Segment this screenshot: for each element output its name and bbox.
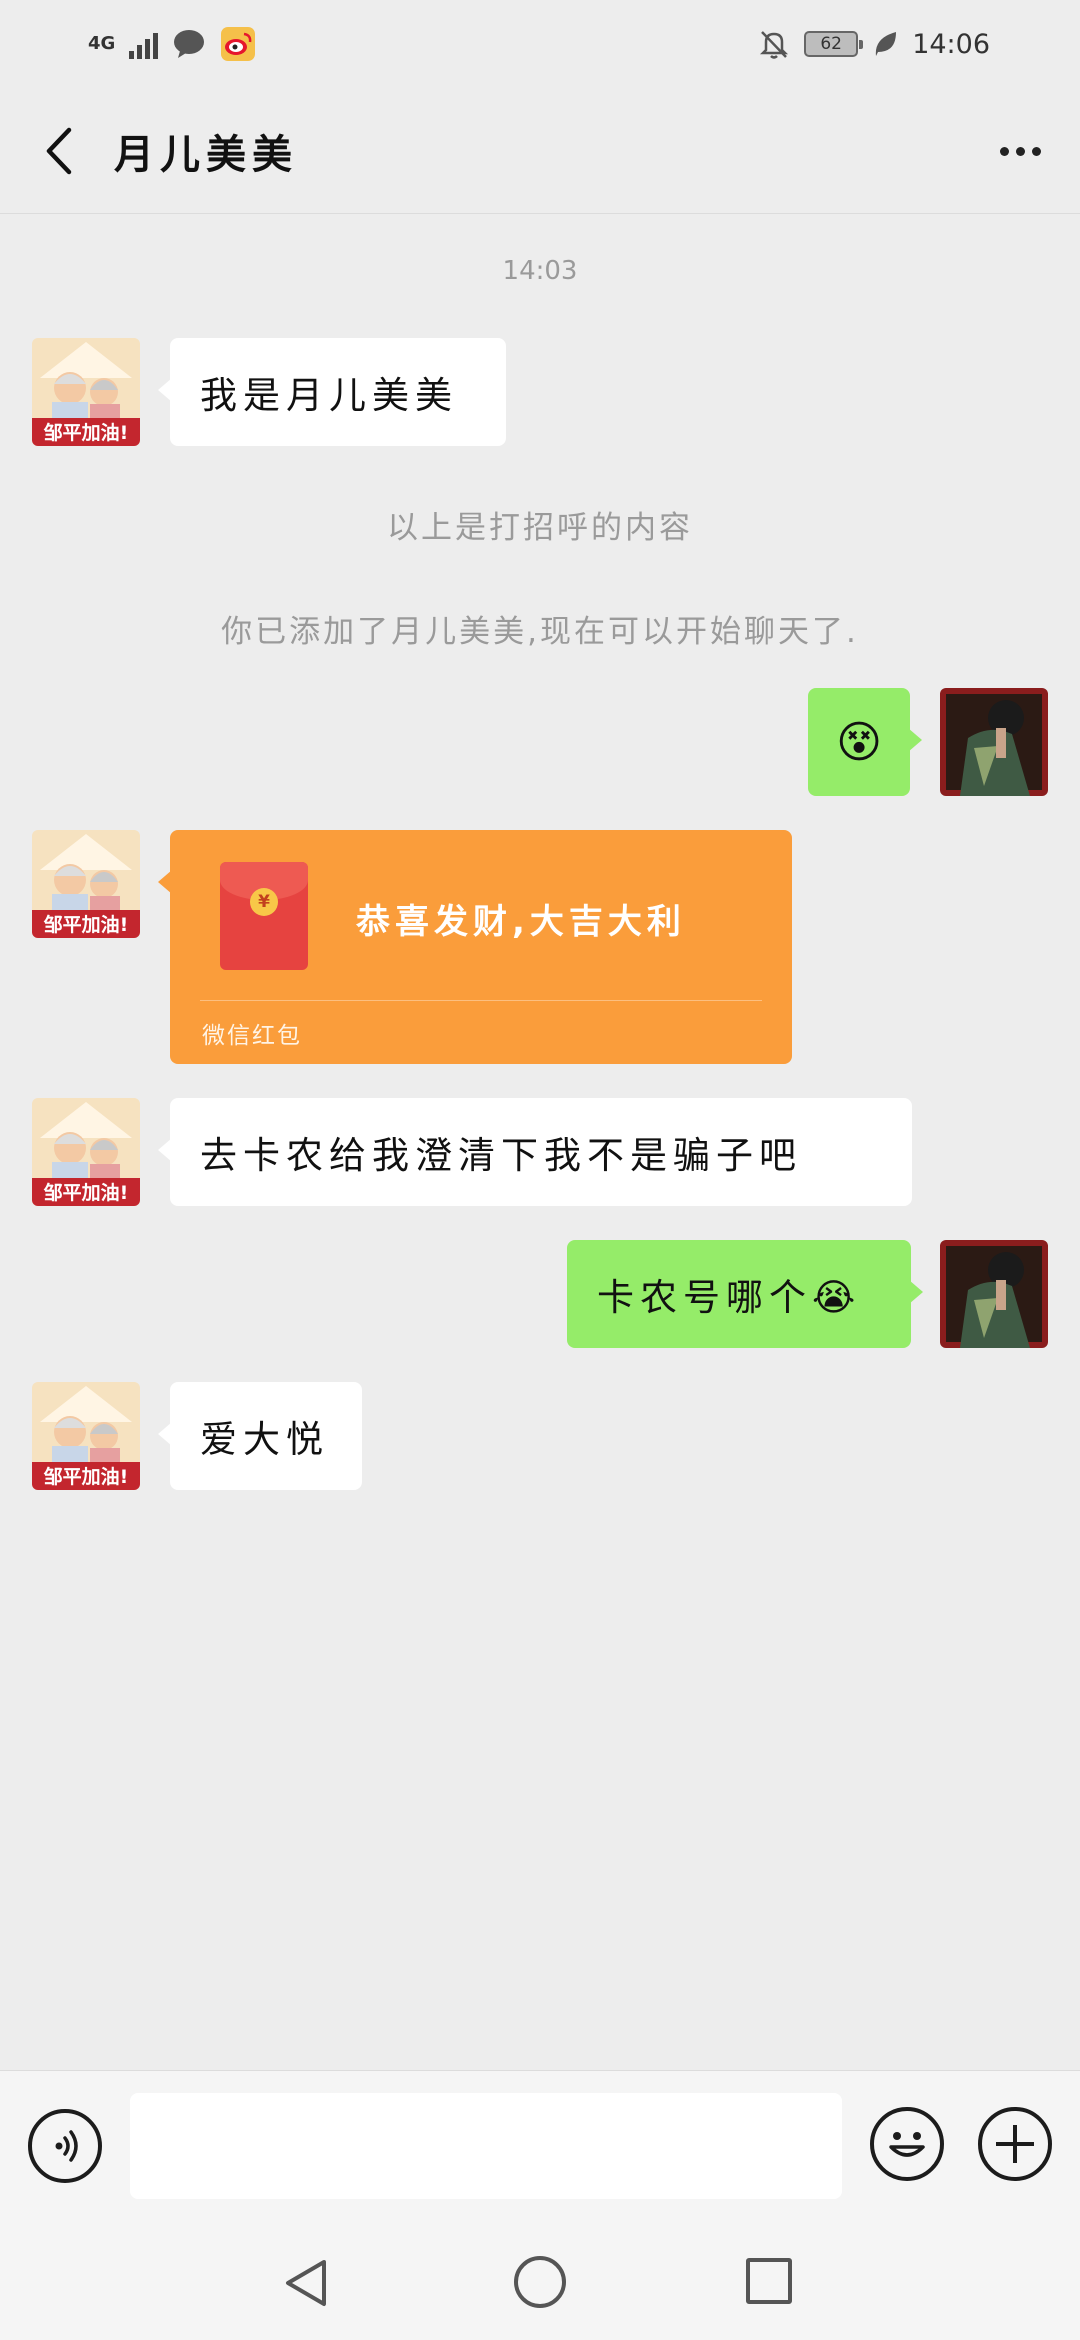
network-label: 4G [88, 33, 116, 54]
dot-icon [1031, 146, 1041, 156]
message-notification-icon [174, 30, 205, 58]
chat-messages[interactable]: 14:03 邹平加油! 我是月儿美美 以上是打招呼的内容 你已添加了月儿美美,现… [0, 214, 1080, 2070]
divider [200, 1000, 762, 1001]
message-text: 爱大悦 [200, 1418, 329, 1461]
signal-icon [129, 29, 159, 59]
system-note: 你已添加了月儿美美,现在可以开始聊天了. [221, 614, 859, 650]
plus-icon [996, 2125, 1034, 2163]
elderly-couple-avatar-image: 邹平加油! [32, 1098, 140, 1206]
voice-input-button[interactable] [28, 2109, 102, 2183]
message-bubble-received[interactable]: 爱大悦 [158, 1382, 362, 1490]
message-input[interactable] [130, 2093, 842, 2199]
nav-back-icon[interactable] [280, 2256, 334, 2310]
message-text: 去卡农给我澄清下我不是骗子吧 [200, 1134, 802, 1177]
svg-text:邹平加油!: 邹平加油! [44, 1465, 129, 1488]
chevron-left-icon [46, 127, 72, 174]
weibo-icon [221, 27, 256, 61]
elderly-couple-avatar-image: 邹平加油! [32, 1382, 140, 1490]
smile-icon [889, 2132, 925, 2157]
svg-text:邹平加油!: 邹平加油! [44, 1181, 129, 1204]
message-text: 我是月儿美美 [200, 374, 458, 417]
contact-avatar[interactable]: 邹平加油! [32, 830, 140, 938]
status-left: 4G [88, 26, 256, 62]
message-text: 卡农号哪个😭 [597, 1276, 862, 1319]
input-bar [0, 2070, 1080, 2226]
voice-wave-icon [55, 2130, 78, 2162]
battery-icon: 62 [804, 31, 864, 57]
system-note: 以上是打招呼的内容 [387, 510, 693, 546]
dot-icon [1015, 146, 1025, 156]
nav-recents-icon[interactable] [746, 2258, 792, 2304]
red-packet-message[interactable]: ¥ 恭喜发财,大吉大利 微信红包 [158, 830, 792, 1064]
status-bar: 4G 62 14:06 [0, 0, 1080, 88]
svg-text:邹平加油!: 邹平加油! [44, 421, 129, 444]
contact-avatar[interactable]: 邹平加油! [32, 1098, 140, 1206]
red-packet-label: 微信红包 [202, 1023, 302, 1049]
message-bubble-received[interactable]: 去卡农给我澄清下我不是骗子吧 [158, 1098, 912, 1206]
my-avatar[interactable] [940, 688, 1048, 796]
message-bubble-sent[interactable]: 卡农号哪个😭 [567, 1240, 923, 1348]
system-navigation-bar [0, 2226, 1080, 2340]
elderly-couple-avatar-image: 邹平加油! [32, 830, 140, 938]
user-avatar-image [940, 688, 1048, 796]
leaf-icon [876, 32, 897, 56]
dizzy-face-emoji: 😵 [836, 716, 882, 768]
message-bubble-sent[interactable]: 😵 [808, 688, 922, 796]
elderly-couple-avatar-image: 邹平加油! [32, 338, 140, 446]
emoji-button[interactable] [870, 2107, 944, 2181]
more-functions-button[interactable] [978, 2107, 1052, 2181]
chat-header: 月儿美美 [0, 88, 1080, 214]
contact-avatar[interactable]: 邹平加油! [32, 1382, 140, 1490]
my-avatar[interactable] [940, 1240, 1048, 1348]
battery-level: 62 [820, 34, 842, 54]
user-avatar-image [940, 1240, 1048, 1348]
svg-text:邹平加油!: 邹平加油! [44, 913, 129, 936]
red-envelope-icon: ¥ [220, 862, 308, 970]
nav-home-icon[interactable] [514, 2256, 566, 2308]
message-timestamp: 14:03 [502, 256, 578, 286]
contact-avatar[interactable]: 邹平加油! [32, 338, 140, 446]
dot-icon [999, 146, 1009, 156]
more-options-button[interactable] [990, 121, 1050, 181]
red-packet-title: 恭喜发财,大吉大利 [356, 902, 686, 942]
mute-bell-icon [760, 31, 789, 59]
coin-icon: ¥ [250, 888, 278, 916]
status-right: 62 14:06 [758, 28, 990, 60]
back-button[interactable] [28, 121, 88, 181]
chat-title: 月儿美美 [114, 131, 298, 178]
clock: 14:06 [912, 28, 990, 60]
message-bubble-received[interactable]: 我是月儿美美 [158, 338, 506, 446]
